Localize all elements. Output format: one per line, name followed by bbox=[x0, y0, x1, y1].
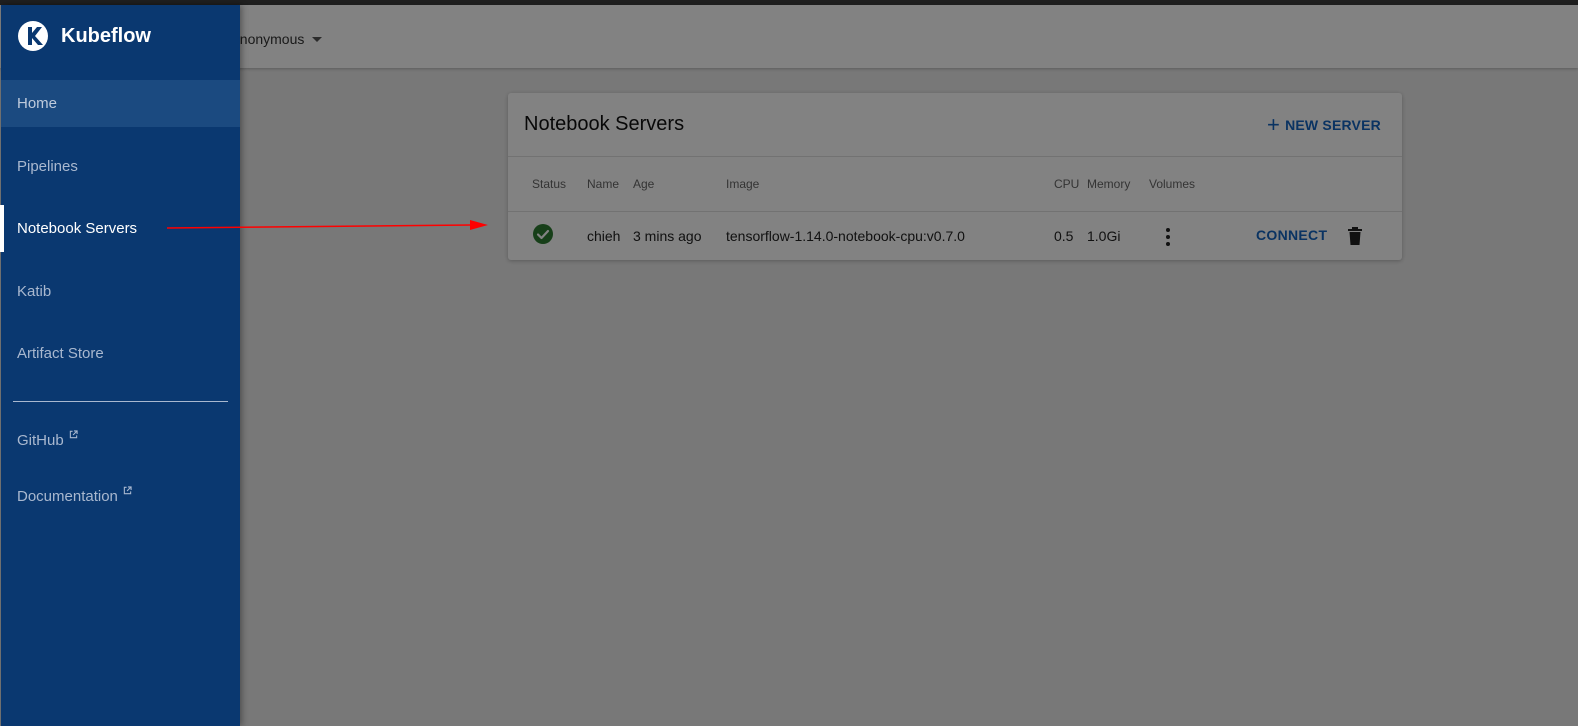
sidebar-item-artifact-store[interactable]: Artifact Store bbox=[1, 330, 240, 377]
sidebar-item-label: Artifact Store bbox=[17, 345, 104, 362]
sidebar-item-label: Home bbox=[17, 95, 58, 112]
sidebar-item-pipelines[interactable]: Pipelines bbox=[1, 143, 240, 190]
sidebar-item-label: Katib bbox=[17, 283, 52, 300]
sidebar-item-label: Pipelines bbox=[17, 158, 78, 175]
sidebar-link-label: Documentation bbox=[17, 488, 118, 505]
external-link-icon bbox=[123, 486, 132, 495]
sidebar-item-home[interactable]: Home bbox=[1, 80, 240, 127]
sidebar-link-documentation[interactable]: Documentation bbox=[1, 473, 240, 520]
external-link-icon bbox=[69, 430, 78, 439]
sidebar-link-github[interactable]: GitHub bbox=[1, 417, 240, 464]
brand-name: Kubeflow bbox=[61, 24, 151, 47]
sidebar-link-label: GitHub bbox=[17, 432, 64, 449]
kubeflow-logo-icon bbox=[18, 21, 48, 51]
sidebar-item-label: Notebook Servers bbox=[17, 220, 138, 237]
sidebar-item-katib[interactable]: Katib bbox=[1, 268, 240, 315]
sidebar-item-notebook-servers[interactable]: Notebook Servers bbox=[0, 205, 240, 252]
sidebar-drawer: Kubeflow Home Pipelines Notebook Servers… bbox=[0, 5, 240, 726]
divider bbox=[13, 401, 228, 402]
brand[interactable]: Kubeflow bbox=[17, 20, 151, 52]
